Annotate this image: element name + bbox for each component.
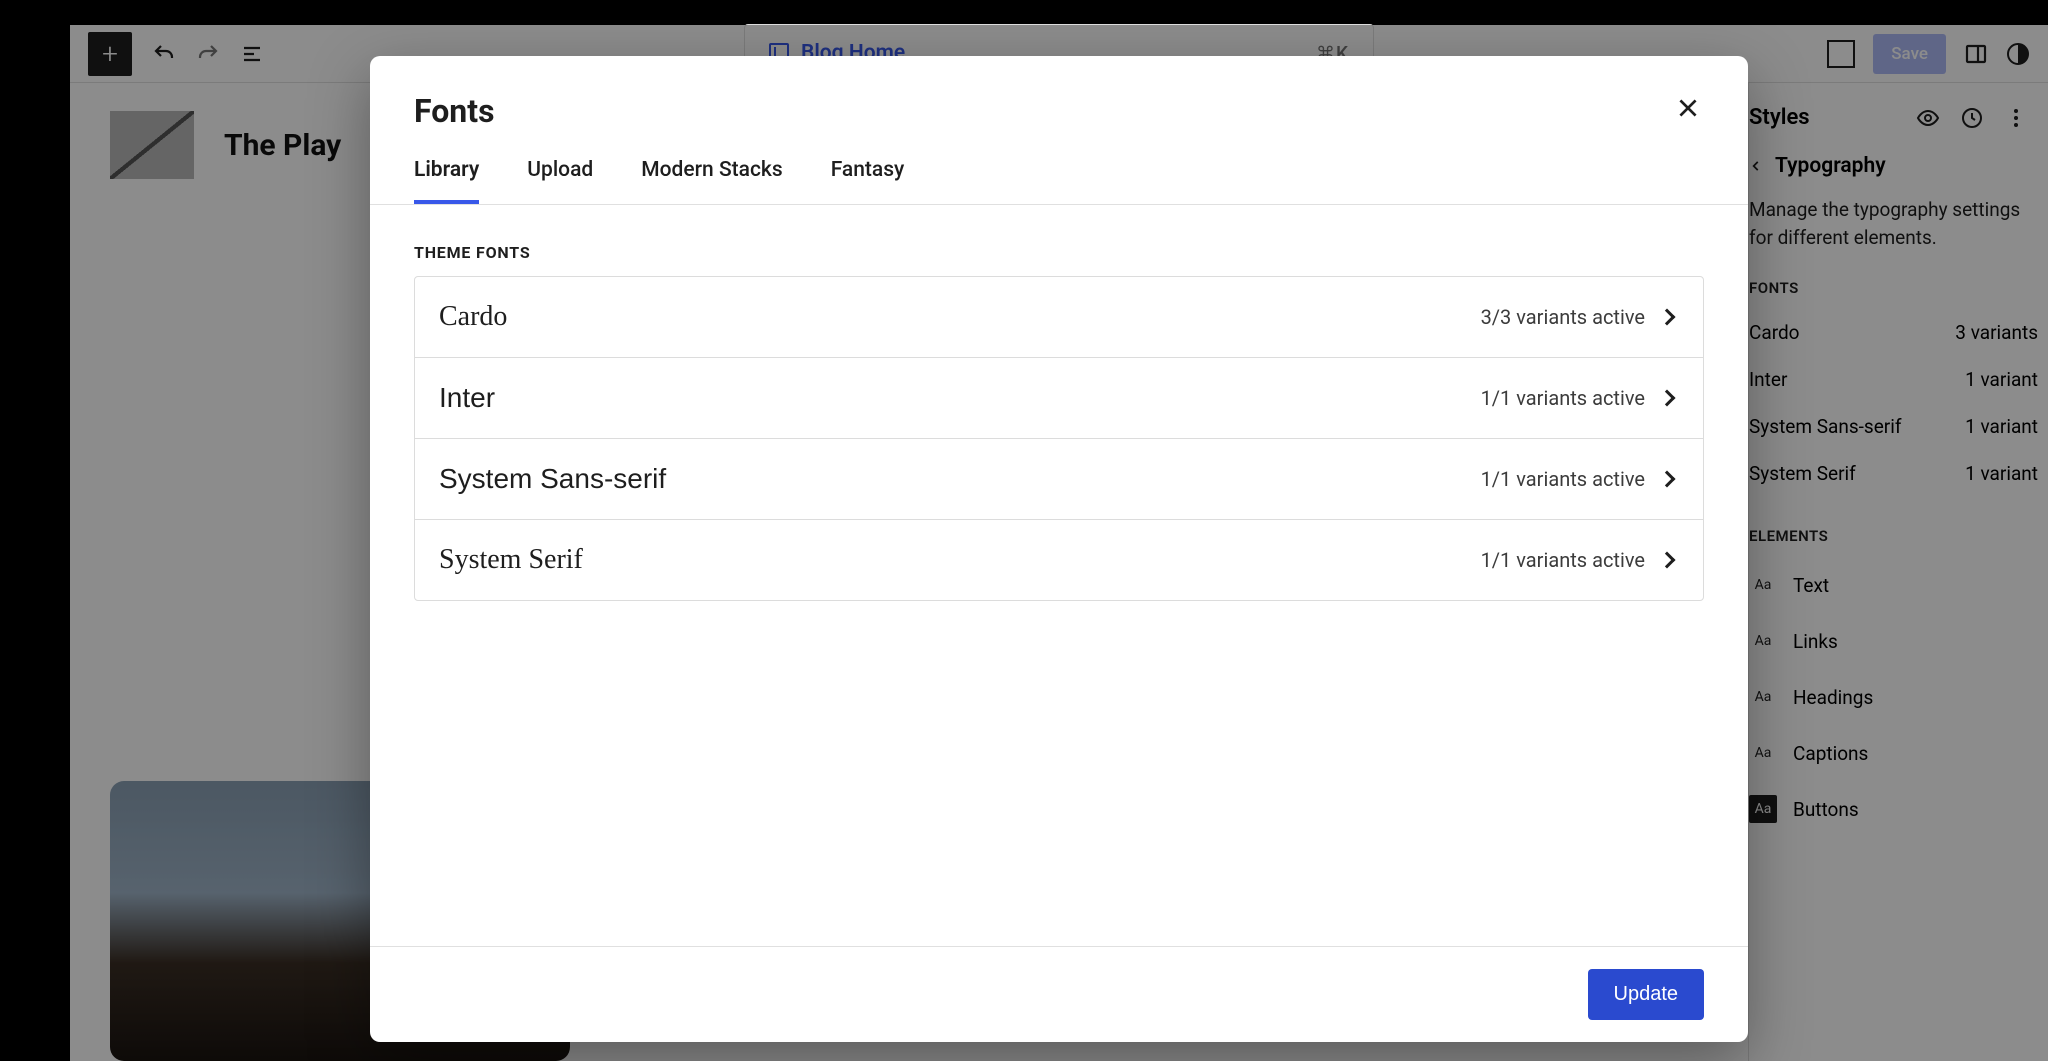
tab-modern-stacks[interactable]: Modern Stacks	[641, 158, 782, 204]
chevron-right-icon	[1659, 309, 1676, 326]
font-row-system-serif[interactable]: System Serif 1/1 variants active	[415, 520, 1703, 600]
font-row-system-sans[interactable]: System Sans-serif 1/1 variants active	[415, 439, 1703, 520]
font-variants: 1/1 variants active	[1481, 467, 1645, 491]
font-row-cardo[interactable]: Cardo 3/3 variants active	[415, 277, 1703, 358]
font-name: Cardo	[439, 301, 507, 333]
chevron-right-icon	[1659, 552, 1676, 569]
font-name: Inter	[439, 382, 495, 414]
theme-fonts-label: THEME FONTS	[414, 243, 1704, 262]
font-name: System Sans-serif	[439, 463, 666, 495]
font-variants: 3/3 variants active	[1481, 305, 1645, 329]
modal-tabs: Library Upload Modern Stacks Fantasy	[370, 130, 1748, 205]
tab-upload[interactable]: Upload	[527, 158, 593, 204]
font-name: System Serif	[439, 544, 583, 576]
chevron-right-icon	[1659, 471, 1676, 488]
font-row-inter[interactable]: Inter 1/1 variants active	[415, 358, 1703, 439]
font-list: Cardo 3/3 variants active Inter 1/1 vari…	[414, 276, 1704, 601]
fonts-modal: Fonts Library Upload Modern Stacks Fanta…	[370, 56, 1748, 1042]
update-button[interactable]: Update	[1588, 969, 1705, 1020]
font-variants: 1/1 variants active	[1481, 548, 1645, 572]
font-variants: 1/1 variants active	[1481, 386, 1645, 410]
modal-title: Fonts	[414, 92, 495, 130]
tab-fantasy[interactable]: Fantasy	[831, 158, 905, 204]
tab-library[interactable]: Library	[414, 158, 479, 204]
chevron-right-icon	[1659, 390, 1676, 407]
close-button[interactable]	[1672, 92, 1704, 124]
